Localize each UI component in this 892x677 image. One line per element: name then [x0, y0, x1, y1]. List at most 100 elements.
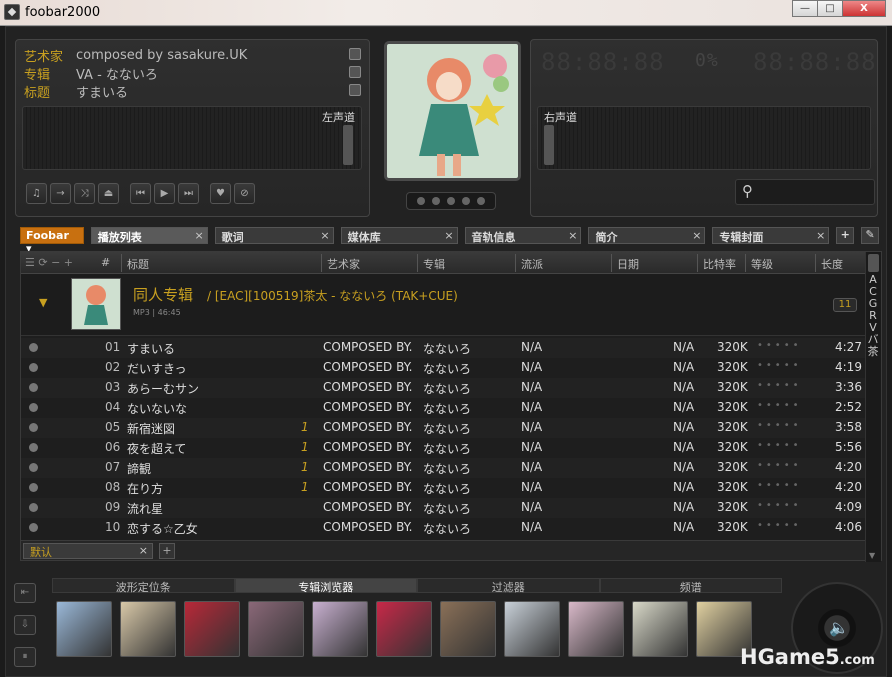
- group-track-count: 11: [833, 298, 857, 312]
- col-genre[interactable]: 流派: [521, 256, 543, 272]
- album-thumbnail[interactable]: [568, 601, 624, 657]
- title-value: すまいる: [76, 85, 129, 101]
- tab-track-info[interactable]: 音轨信息 ×: [464, 227, 582, 244]
- watermark: HGame5.com: [740, 645, 875, 669]
- play-status-icon: [29, 383, 38, 392]
- col-title[interactable]: 标题: [127, 256, 149, 272]
- table-row[interactable]: 04 ないないな COMPOSED BY... なないろ N/A N/A 320K •••••…: [21, 398, 865, 418]
- track-rating[interactable]: •••••: [757, 460, 802, 471]
- album-thumbnail[interactable]: [440, 601, 496, 657]
- table-row[interactable]: 03 あらーむサン COMPOSED BY... なないろ N/A N/A 320K ••••…: [21, 378, 865, 398]
- track-genre: N/A: [521, 420, 543, 434]
- pause-icon[interactable]: ⏸: [14, 647, 36, 667]
- document-icon[interactable]: [349, 84, 361, 96]
- tab-spectrum[interactable]: 频谱: [599, 578, 782, 594]
- stop-icon[interactable]: ⊘: [234, 183, 255, 204]
- fastforward-icon[interactable]: ⏭: [178, 183, 199, 204]
- minimize-button[interactable]: —: [792, 0, 818, 17]
- album-thumbnail[interactable]: [632, 601, 688, 657]
- table-row[interactable]: 09 流れ星 COMPOSED BY... なないろ N/A N/A 320K ••••• 4:…: [21, 498, 865, 518]
- col-length[interactable]: 长度: [821, 256, 843, 272]
- col-rating[interactable]: 等级: [751, 256, 773, 272]
- view-dot-3[interactable]: [446, 197, 455, 205]
- view-dot-5[interactable]: [477, 197, 486, 205]
- track-rating[interactable]: •••••: [757, 400, 802, 411]
- track-rating[interactable]: •••••: [757, 360, 802, 371]
- track-length: 3:58: [835, 420, 862, 434]
- col-number[interactable]: #: [101, 256, 110, 269]
- track-rating[interactable]: •••••: [757, 480, 802, 491]
- prev-icon[interactable]: ⏮: [130, 183, 151, 204]
- table-row[interactable]: 07 諦観 1 COMPOSED BY... なないろ N/A N/A 320K ••••• 4:…: [21, 458, 865, 478]
- download-icon[interactable]: ⇩: [14, 615, 36, 635]
- album-thumbnail[interactable]: [56, 601, 112, 657]
- search-box[interactable]: ⚲: [735, 179, 875, 205]
- tab-lyrics[interactable]: 歌词 ×: [214, 227, 334, 244]
- eject-icon[interactable]: ⏏: [98, 183, 119, 204]
- col-date[interactable]: 日期: [617, 256, 639, 272]
- track-bitrate: 320K: [717, 400, 748, 414]
- track-rating[interactable]: •••••: [757, 380, 802, 391]
- table-row[interactable]: 02 だいすきっ COMPOSED BY... なないろ N/A N/A 320K •••••…: [21, 358, 865, 378]
- track-number: 07: [105, 460, 121, 474]
- view-dot-2[interactable]: [431, 197, 440, 205]
- scrollbar-thumb[interactable]: [868, 254, 879, 272]
- next-icon[interactable]: →: [50, 183, 71, 204]
- left-channel-label: 左声道: [322, 111, 355, 124]
- play-icon[interactable]: ▶: [154, 183, 175, 204]
- tab-playlist[interactable]: 播放列表 ×: [90, 227, 208, 244]
- album-thumbnail[interactable]: [312, 601, 368, 657]
- tab-waveform[interactable]: 波形定位条: [52, 578, 235, 594]
- table-row[interactable]: 05 新宿迷図 1 COMPOSED BY... なないろ N/A N/A 320K •••••…: [21, 418, 865, 438]
- track-rating[interactable]: •••••: [757, 440, 802, 451]
- album-thumbnail[interactable]: [504, 601, 560, 657]
- add-playlist-button[interactable]: +: [159, 543, 175, 559]
- tab-bio[interactable]: 简介 ×: [588, 227, 706, 244]
- table-row[interactable]: 06 夜を超えて 1 COMPOSED BY... なないろ N/A N/A 320K ••••…: [21, 438, 865, 458]
- album-thumbnail[interactable]: [248, 601, 304, 657]
- heart-icon[interactable]: ♥: [210, 183, 231, 204]
- scroll-down-icon[interactable]: ▼: [869, 551, 875, 560]
- search-album-icon[interactable]: [349, 66, 361, 78]
- tab-filter[interactable]: 过滤器: [417, 578, 600, 594]
- back-icon[interactable]: ⇤: [14, 583, 36, 603]
- list-options-icon[interactable]: ☰ ⟳ − +: [25, 256, 73, 269]
- view-dot-1[interactable]: [416, 197, 425, 205]
- tab-album-browser[interactable]: 专辑浏览器: [234, 578, 417, 594]
- view-dot-4[interactable]: [462, 197, 471, 205]
- music-icon[interactable]: ♫: [26, 183, 47, 204]
- track-rating[interactable]: •••••: [757, 420, 802, 431]
- alpha-index-item[interactable]: 茶: [865, 346, 881, 358]
- album-thumbnail[interactable]: [120, 601, 176, 657]
- maximize-button[interactable]: □: [817, 0, 843, 17]
- track-rating[interactable]: •••••: [757, 500, 802, 511]
- tab-library[interactable]: 媒体库 ×: [340, 227, 458, 244]
- tab-album-art[interactable]: 专辑封面 ×: [712, 227, 830, 244]
- foobar-menu-button[interactable]: Foobar ▾: [20, 227, 84, 255]
- track-genre: N/A: [521, 360, 543, 374]
- table-row[interactable]: 01 すまいる COMPOSED BY... なないろ N/A N/A 320K ••••• 4…: [21, 338, 865, 358]
- title-label: 标题: [24, 85, 51, 101]
- elapsed-time: 88:88:88: [541, 48, 665, 76]
- col-album[interactable]: 专辑: [423, 256, 445, 272]
- track-rating[interactable]: •••••: [757, 520, 802, 531]
- add-tab-button[interactable]: +: [836, 227, 855, 244]
- col-bitrate[interactable]: 比特率: [703, 256, 736, 272]
- search-artist-icon[interactable]: [349, 48, 361, 60]
- wrench-icon[interactable]: ✎: [861, 227, 880, 244]
- album-group-header[interactable]: ▼ 同人专辑 / [EAC][100519]茶太 - なないろ (TAK+CUE…: [21, 274, 865, 336]
- volume-icon[interactable]: 🔈: [829, 618, 849, 637]
- playlist-tab-close[interactable]: ×: [139, 544, 148, 557]
- col-artist[interactable]: 艺术家: [327, 256, 360, 272]
- track-rating[interactable]: •••••: [757, 340, 802, 351]
- shuffle-icon[interactable]: ⤨: [74, 183, 95, 204]
- collapse-icon[interactable]: ▼: [39, 296, 47, 309]
- view-switcher[interactable]: [406, 192, 496, 210]
- album-thumbnail[interactable]: [376, 601, 432, 657]
- alpha-index[interactable]: ACGRVバ茶: [865, 274, 881, 358]
- table-row[interactable]: 10 恋する☆乙女 COMPOSED BY... なないろ N/A N/A 320K ••••…: [21, 518, 865, 538]
- table-row[interactable]: 08 在り方 1 COMPOSED BY... なないろ N/A N/A 320K ••••• 4…: [21, 478, 865, 498]
- album-thumbnail[interactable]: [184, 601, 240, 657]
- playlist-tab-default[interactable]: 默认 ×: [23, 543, 153, 559]
- close-button[interactable]: X: [842, 0, 886, 17]
